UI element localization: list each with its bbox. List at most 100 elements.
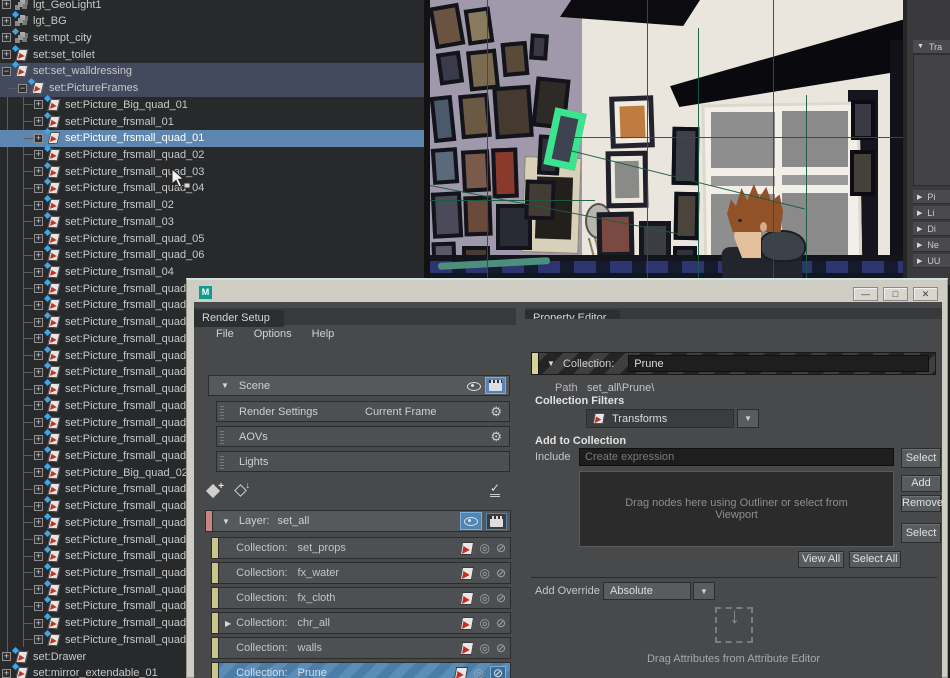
collection-row[interactable]: ▶ Collection: fx_water ◎ ⊘: [211, 562, 511, 584]
close-button[interactable]: ✕: [913, 287, 938, 301]
outliner-row[interactable]: + set:Picture_frsmall_quad_02: [0, 144, 424, 163]
expander-icon[interactable]: +: [2, 652, 11, 662]
expander-icon[interactable]: +: [34, 167, 43, 177]
collection-name-input[interactable]: [628, 355, 929, 372]
collection-row[interactable]: ▶ Collection: set_props ◎ ⊘: [211, 537, 511, 559]
menu-help[interactable]: Help: [312, 328, 335, 340]
expander-icon[interactable]: +: [34, 217, 43, 227]
attribute-section-header[interactable]: ▼ Tra: [913, 40, 950, 54]
expander-icon[interactable]: +: [34, 250, 43, 260]
override-dropdown-arrow[interactable]: ▼: [693, 582, 715, 600]
membership-icon[interactable]: [460, 641, 475, 655]
expander-icon[interactable]: +: [34, 518, 43, 528]
isolate-icon[interactable]: ◎: [479, 617, 489, 629]
attribute-section-header[interactable]: ▶ UU: [913, 254, 950, 268]
expander-icon[interactable]: +: [34, 451, 43, 461]
isolate-icon[interactable]: ◎: [479, 542, 489, 554]
isolate-icon[interactable]: ◎: [479, 567, 489, 579]
membership-icon[interactable]: [454, 666, 469, 678]
expander-icon[interactable]: +: [2, 16, 11, 26]
expander-icon[interactable]: +: [34, 234, 43, 244]
outliner-row[interactable]: + set:Picture_frsmall_03: [0, 211, 424, 230]
attribute-section-header[interactable]: ▶ Ne: [913, 238, 950, 252]
expander-icon[interactable]: −: [18, 83, 27, 93]
expander-icon[interactable]: +: [34, 117, 43, 127]
include-select-button[interactable]: Select: [901, 448, 941, 468]
scene-row[interactable]: ▼ Scene: [208, 375, 510, 396]
drag-grip-icon[interactable]: [220, 404, 224, 419]
expander-icon[interactable]: +: [2, 668, 11, 678]
render-setup-list-row[interactable]: AOVs ⚙: [216, 426, 510, 447]
collection-row[interactable]: ▶ Collection: chr_all ◎ ⊘: [211, 612, 511, 634]
expander-icon[interactable]: +: [34, 200, 43, 210]
outliner-row[interactable]: + set:mpt_city: [0, 27, 424, 46]
visibility-icon[interactable]: [467, 380, 481, 392]
isolate-icon[interactable]: ◎: [473, 667, 483, 678]
collection-row[interactable]: ▶ Collection: walls ◎ ⊘: [211, 637, 511, 659]
select-all-button[interactable]: Select All: [849, 551, 901, 568]
filter-dropdown-arrow[interactable]: ▼: [737, 409, 759, 428]
renderable-icon[interactable]: [485, 377, 506, 394]
collection-header[interactable]: ▼ Collection:: [531, 352, 936, 375]
menu-file[interactable]: File: [216, 328, 234, 340]
expander-icon[interactable]: +: [34, 551, 43, 561]
membership-icon[interactable]: [460, 591, 475, 605]
outliner-row[interactable]: − set:set_walldressing: [0, 61, 424, 80]
override-dropdown[interactable]: Absolute: [603, 582, 691, 600]
renderable-icon[interactable]: [486, 512, 507, 530]
membership-icon[interactable]: [460, 541, 475, 555]
drag-grip-icon[interactable]: [220, 454, 224, 469]
minimize-button[interactable]: —: [853, 287, 878, 301]
outliner-row[interactable]: + set:Picture_frsmall_02: [0, 195, 424, 214]
collection-row[interactable]: ▶ Collection: Prune ◎ ⊘: [211, 662, 511, 678]
expander-icon[interactable]: +: [34, 267, 43, 277]
expander-icon[interactable]: +: [34, 601, 43, 611]
expander-icon[interactable]: +: [34, 434, 43, 444]
outliner-row[interactable]: + lgt_GeoLight1: [0, 0, 424, 13]
expander-icon[interactable]: +: [34, 635, 43, 645]
maximize-button[interactable]: □: [883, 287, 908, 301]
outliner-row[interactable]: + set:Picture_frsmall_quad_03: [0, 161, 424, 180]
expander-icon[interactable]: +: [34, 317, 43, 327]
expander-icon[interactable]: −: [2, 66, 11, 76]
outliner-row[interactable]: − set:PictureFrames: [0, 78, 424, 97]
expander-icon[interactable]: +: [34, 300, 43, 310]
gear-icon[interactable]: ⚙: [490, 429, 502, 445]
disable-icon[interactable]: ⊘: [496, 642, 506, 654]
expander-icon[interactable]: +: [34, 401, 43, 411]
include-expression-input[interactable]: [579, 448, 894, 466]
remove-button[interactable]: Remove: [901, 495, 943, 512]
visibility-icon[interactable]: [460, 512, 482, 530]
render-setup-list-row[interactable]: Lights ⚙: [216, 451, 510, 472]
drag-grip-icon[interactable]: [220, 429, 224, 444]
viewport[interactable]: [430, 0, 903, 285]
collapse-arrow-icon[interactable]: ▼: [222, 517, 230, 526]
select-button[interactable]: Select: [901, 523, 941, 543]
membership-icon[interactable]: [460, 566, 475, 580]
render-setup-list-row[interactable]: Render Settings Current Frame ⚙: [216, 401, 510, 422]
expander-icon[interactable]: +: [34, 351, 43, 361]
outliner-row[interactable]: + set:Picture_frsmall_quad_04: [0, 178, 424, 197]
expander-icon[interactable]: +: [34, 100, 43, 110]
outliner-row[interactable]: + set:Picture_Big_quad_01: [0, 94, 424, 113]
filter-dropdown[interactable]: Transforms: [586, 409, 734, 428]
expander-icon[interactable]: +: [34, 150, 43, 160]
outliner-row[interactable]: + lgt_BG: [0, 11, 424, 30]
visible-layers-filter-icon[interactable]: ✓: [489, 482, 500, 497]
membership-icon[interactable]: [460, 616, 475, 630]
attribute-section-header[interactable]: ▶ Pi: [913, 190, 950, 204]
gear-icon[interactable]: ⚙: [490, 404, 502, 420]
expand-arrow-icon[interactable]: ▶: [225, 619, 231, 628]
expander-icon[interactable]: +: [2, 0, 11, 9]
expander-icon[interactable]: +: [34, 484, 43, 494]
outliner-row[interactable]: + set:Picture_frsmall_01: [0, 111, 424, 130]
disable-icon[interactable]: ⊘: [489, 666, 506, 678]
collapse-arrow-icon[interactable]: ▼: [221, 381, 229, 390]
attribute-section-header[interactable]: ▶ Li: [913, 206, 950, 220]
disable-icon[interactable]: ⊘: [496, 617, 506, 629]
attribute-section-header[interactable]: ▶ Di: [913, 222, 950, 236]
create-collection-icon[interactable]: ↓: [234, 480, 250, 497]
expander-icon[interactable]: +: [34, 501, 43, 511]
window-titlebar[interactable]: M — □ ✕: [187, 280, 947, 302]
collapse-arrow-icon[interactable]: ▼: [547, 359, 555, 368]
